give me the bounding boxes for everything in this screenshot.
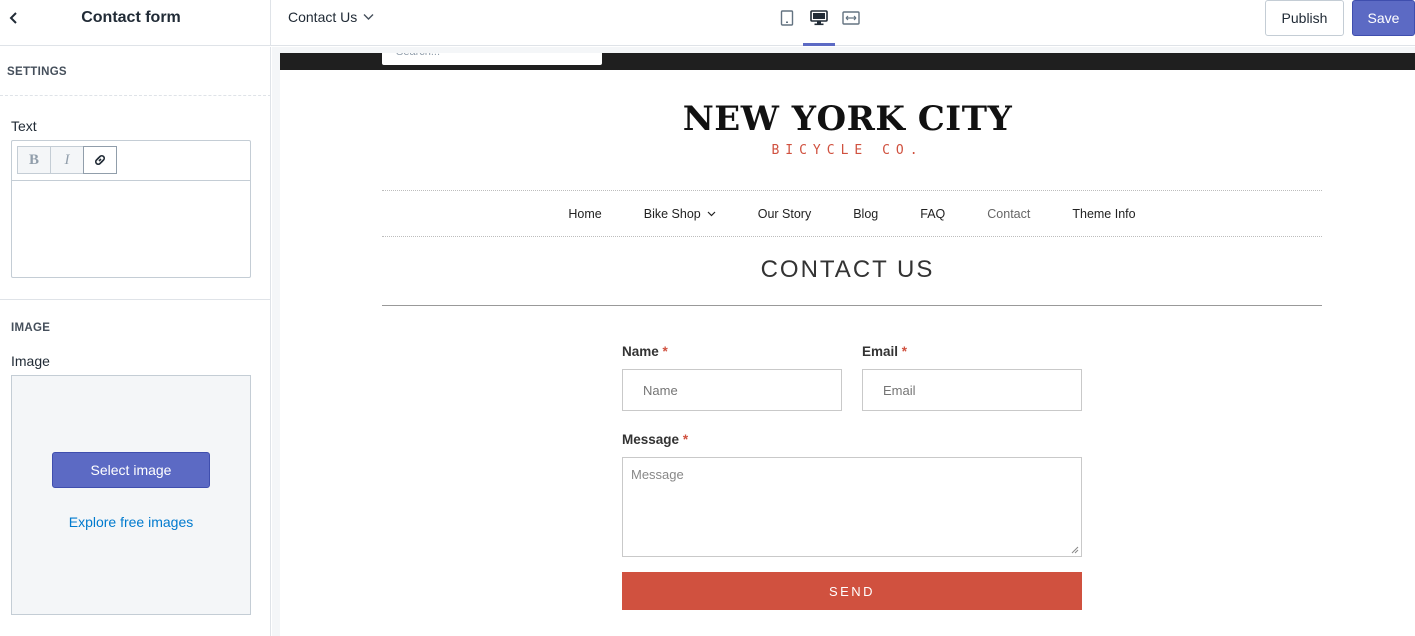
mobile-icon xyxy=(780,10,794,26)
fullscreen-view-button[interactable] xyxy=(841,8,861,28)
storefront-preview[interactable]: Search... NEW YORK CITY BICYCLE CO. Home… xyxy=(280,53,1415,636)
required-marker: * xyxy=(682,432,689,447)
italic-button[interactable]: I xyxy=(50,146,84,174)
desktop-icon xyxy=(810,10,828,26)
message-label: Message * xyxy=(622,432,688,447)
fullscreen-icon xyxy=(842,11,860,25)
text-field-label: Text xyxy=(11,118,37,134)
active-device-indicator xyxy=(803,43,835,46)
divider xyxy=(0,95,270,96)
chevron-down-icon xyxy=(707,211,716,216)
theme-preview-frame: Search... NEW YORK CITY BICYCLE CO. Home… xyxy=(272,47,1415,636)
settings-sidebar[interactable]: SETTINGS Text B I IMAGE Image Select ima… xyxy=(0,47,271,636)
mobile-view-button[interactable] xyxy=(777,8,797,28)
explore-free-images-link[interactable]: Explore free images xyxy=(12,514,250,530)
resize-grip-icon[interactable] xyxy=(1071,546,1079,554)
nav-bike-shop-label: Bike Shop xyxy=(643,206,701,221)
message-textarea[interactable]: Message xyxy=(622,457,1082,557)
name-label: Name * xyxy=(622,344,668,359)
settings-heading: SETTINGS xyxy=(7,66,67,78)
image-field-label: Image xyxy=(11,353,50,369)
nav-bike-shop[interactable]: Bike Shop xyxy=(644,207,716,221)
nav-contact[interactable]: Contact xyxy=(987,207,1030,221)
nav-blog[interactable]: Blog xyxy=(853,207,878,221)
link-button[interactable] xyxy=(83,146,117,174)
nav-our-story[interactable]: Our Story xyxy=(758,207,812,221)
rich-text-toolbar: B I xyxy=(12,141,250,181)
name-input[interactable] xyxy=(622,369,842,411)
required-marker: * xyxy=(901,344,908,359)
bold-button[interactable]: B xyxy=(17,146,51,174)
heading-divider xyxy=(382,305,1322,306)
divider xyxy=(0,299,270,300)
message-placeholder: Message xyxy=(631,467,684,482)
save-button[interactable]: Save xyxy=(1352,0,1415,36)
device-switcher xyxy=(777,8,861,28)
store-logo-subtitle: BICYCLE CO. xyxy=(771,143,924,158)
topbar-left: Contact form xyxy=(0,0,271,46)
desktop-view-button[interactable] xyxy=(809,8,829,28)
required-marker: * xyxy=(662,344,668,359)
email-label-text: Email xyxy=(862,344,899,359)
publish-button[interactable]: Publish xyxy=(1265,0,1344,36)
nav-home[interactable]: Home xyxy=(568,207,601,221)
editor-topbar: Contact form Contact Us Publish Save xyxy=(0,0,1415,46)
nav-faq[interactable]: FAQ xyxy=(920,207,945,221)
link-icon xyxy=(95,155,105,165)
email-label: Email * xyxy=(862,344,907,359)
image-picker: Select image Explore free images xyxy=(11,375,251,615)
page-selector-label: Contact Us xyxy=(288,9,358,25)
send-button[interactable]: SEND xyxy=(622,572,1082,610)
chevron-down-icon xyxy=(363,14,374,20)
message-label-text: Message xyxy=(622,432,680,447)
nav-theme-info[interactable]: Theme Info xyxy=(1072,207,1135,221)
select-image-button[interactable]: Select image xyxy=(52,452,210,488)
store-search-input[interactable]: Search... xyxy=(382,53,602,65)
name-label-text: Name xyxy=(622,344,659,359)
page-heading: CONTACT US xyxy=(760,256,935,283)
page-selector[interactable]: Contact Us xyxy=(288,9,374,25)
rich-text-editor[interactable]: B I xyxy=(11,140,251,278)
image-heading: IMAGE xyxy=(11,322,51,334)
store-logo-title[interactable]: NEW YORK CITY xyxy=(280,99,1415,139)
email-input[interactable] xyxy=(862,369,1082,411)
store-navigation: Home Bike Shop Our Story Blog FAQ Contac… xyxy=(382,190,1322,237)
panel-title: Contact form xyxy=(81,9,181,26)
